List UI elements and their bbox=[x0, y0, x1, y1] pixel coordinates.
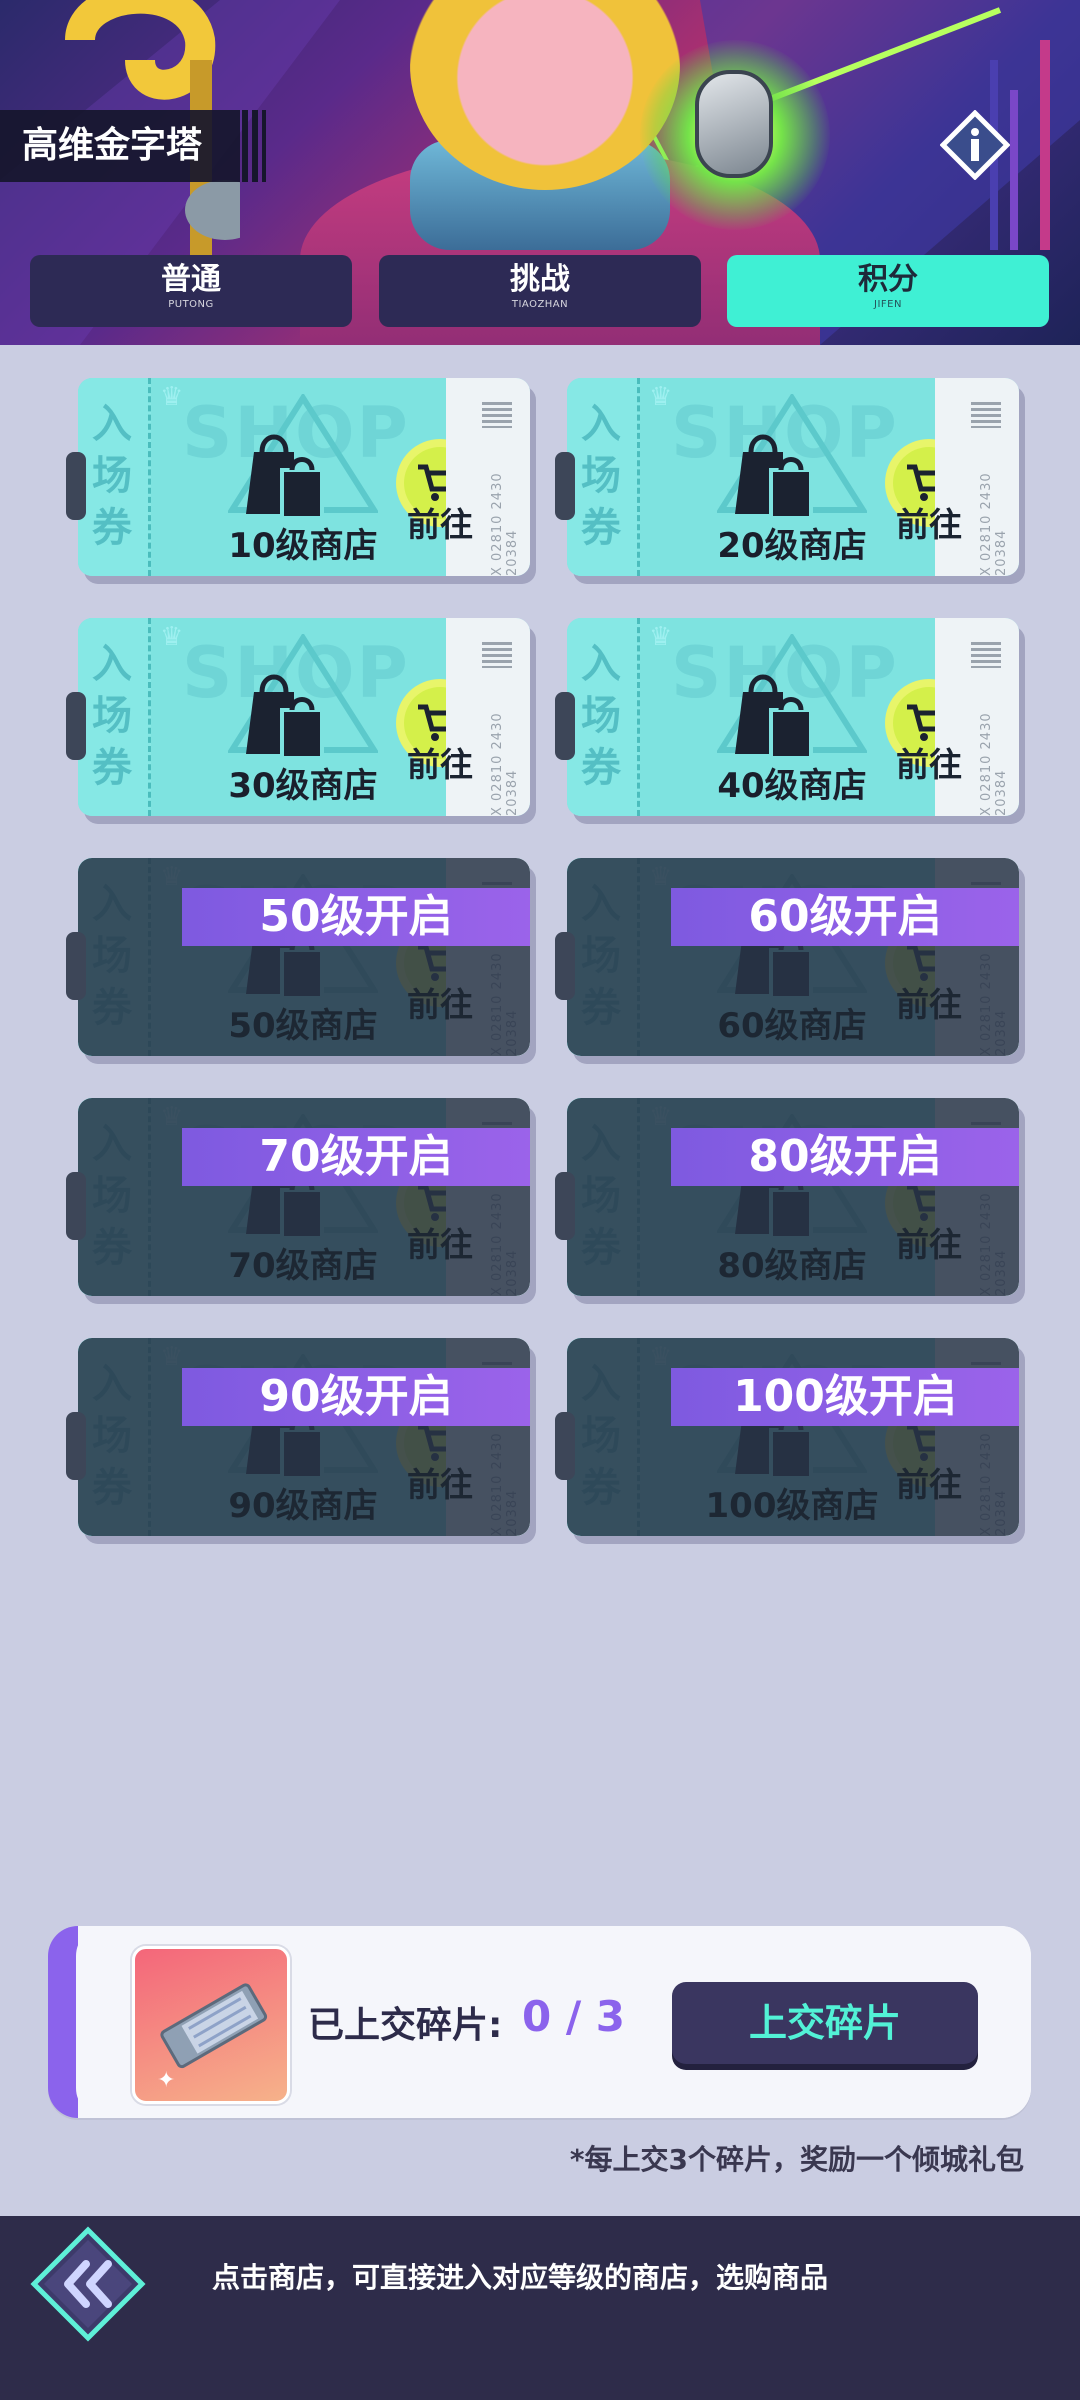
shop-name: 50级商店 bbox=[228, 1006, 378, 1046]
unlock-level-banner: 50级开启 bbox=[182, 888, 530, 946]
ticket-fragment-icon: ✦ bbox=[132, 1946, 290, 2104]
ticket-body: 入场券 ♛ SHOP X 02810 2430 20384 bbox=[78, 378, 530, 576]
footer-hint: 点击商店，可直接进入对应等级的商店，选购商品 bbox=[212, 2261, 829, 2294]
go-label: 前往 bbox=[407, 1225, 473, 1264]
crown-icon: ♛ bbox=[160, 622, 184, 652]
crown-icon: ♛ bbox=[649, 382, 673, 412]
fragment-label: 已上交碎片: bbox=[308, 2005, 503, 2046]
svg-text:✦: ✦ bbox=[157, 2068, 175, 2093]
go-label: 前往 bbox=[407, 985, 473, 1024]
go-label: 前往 bbox=[407, 505, 473, 544]
ticket-notch bbox=[555, 1412, 575, 1480]
ticket-body: 入场券 ♛ SHOP X 02810 2430 20384 bbox=[78, 618, 530, 816]
submit-fragments-button[interactable]: 上交碎片 bbox=[672, 1982, 978, 2064]
ticket-notch bbox=[555, 452, 575, 520]
ticket-body: 入场券 ♛ SHOP X 02810 2430 20384 bbox=[567, 618, 1019, 816]
info-icon[interactable] bbox=[940, 110, 1010, 180]
ticket-body: 入场券 ♛ SHOP X 02810 2430 20384 bbox=[78, 1098, 530, 1296]
shop-name: 60级商店 bbox=[717, 1006, 867, 1046]
ticket-body: 入场券 ♛ SHOP X 02810 2430 20384 bbox=[567, 1098, 1019, 1296]
shop-name: 100级商店 bbox=[705, 1486, 879, 1526]
shop-name: 40级商店 bbox=[717, 766, 867, 806]
shopping-bag-icon bbox=[735, 674, 813, 760]
ticket-serial: X 02810 2430 20384 bbox=[979, 472, 1009, 576]
shop-name: 10级商店 bbox=[228, 526, 378, 566]
shop-ticket-8[interactable]: 入场券 ♛ SHOP X 02810 2430 20384 bbox=[555, 1098, 1019, 1296]
ticket-serial: X 02810 2430 20384 bbox=[490, 712, 520, 816]
shop-ticket-9[interactable]: 入场券 ♛ SHOP X 02810 2430 20384 bbox=[66, 1338, 530, 1536]
ticket-body: 入场券 ♛ SHOP X 02810 2430 20384 bbox=[78, 858, 530, 1056]
barcode-icon bbox=[971, 402, 1001, 428]
ticket-stub-text: 入场券 bbox=[581, 641, 621, 791]
crown-icon: ♛ bbox=[649, 622, 673, 652]
barcode-icon bbox=[482, 642, 512, 668]
double-chevron-left-icon[interactable] bbox=[28, 2224, 148, 2344]
tab-jifen[interactable]: 积分 JIFEN bbox=[727, 255, 1049, 327]
ticket-body: 入场券 ♛ SHOP X 02810 2430 20384 bbox=[567, 378, 1019, 576]
shop-ticket-7[interactable]: 入场券 ♛ SHOP X 02810 2430 20384 bbox=[66, 1098, 530, 1296]
shop-ticket-5[interactable]: 入场券 ♛ SHOP X 02810 2430 20384 bbox=[66, 858, 530, 1056]
ticket-serial: X 02810 2430 20384 bbox=[979, 712, 1009, 816]
barcode-icon bbox=[971, 642, 1001, 668]
shopping-bag-icon bbox=[735, 434, 813, 520]
fragment-count: 0 / 3 bbox=[522, 1992, 626, 2041]
tab-putong[interactable]: 普通 PUTONG bbox=[30, 255, 352, 327]
shop-ticket-4[interactable]: 入场券 ♛ SHOP X 02810 2430 20384 40级商店 前往 bbox=[555, 618, 1019, 816]
ticket-stub-text: 入场券 bbox=[92, 641, 132, 791]
unlock-level-banner: 90级开启 bbox=[182, 1368, 530, 1426]
shop-ticket-2[interactable]: 入场券 ♛ SHOP X 02810 2430 20384 20级商店 前往 bbox=[555, 378, 1019, 576]
go-label: 前往 bbox=[896, 985, 962, 1024]
shop-name: 80级商店 bbox=[717, 1246, 867, 1286]
microphone-icon bbox=[695, 70, 773, 178]
shopping-bag-icon bbox=[246, 434, 324, 520]
shopping-bag-icon bbox=[246, 674, 324, 760]
ticket-body: 入场券 ♛ SHOP X 02810 2430 20384 bbox=[567, 1338, 1019, 1536]
go-label: 前往 bbox=[896, 505, 962, 544]
unlock-level-banner: 60级开启 bbox=[671, 888, 1019, 946]
tab-bar: 普通 PUTONG 挑战 TIAOZHAN 积分 JIFEN bbox=[30, 255, 1050, 327]
crown-icon: ♛ bbox=[160, 382, 184, 412]
ticket-notch bbox=[66, 1172, 86, 1240]
barcode-icon bbox=[482, 402, 512, 428]
ticket-body: 入场券 ♛ SHOP X 02810 2430 20384 bbox=[78, 1338, 530, 1536]
unlock-level-banner: 100级开启 bbox=[671, 1368, 1019, 1426]
shop-name: 90级商店 bbox=[228, 1486, 378, 1526]
page-title: 高维金字塔 bbox=[0, 110, 266, 182]
shop-ticket-3[interactable]: 入场券 ♛ SHOP X 02810 2430 20384 30级商店 前往 bbox=[66, 618, 530, 816]
go-label: 前往 bbox=[896, 1465, 962, 1504]
ticket-notch bbox=[66, 932, 86, 1000]
ticket-stub-text: 入场券 bbox=[581, 401, 621, 551]
go-label: 前往 bbox=[896, 1225, 962, 1264]
header-banner: 高维金字塔 普通 PUTONG 挑战 TIAOZHAN 积分 JIFEN bbox=[0, 0, 1080, 345]
ticket-notch bbox=[66, 452, 86, 520]
go-label: 前往 bbox=[407, 1465, 473, 1504]
unlock-level-banner: 80级开启 bbox=[671, 1128, 1019, 1186]
shop-name: 70级商店 bbox=[228, 1246, 378, 1286]
ticket-serial: X 02810 2430 20384 bbox=[490, 472, 520, 576]
fragment-reward-note: *每上交3个碎片，奖励一个倾城礼包 bbox=[569, 2143, 1024, 2176]
ticket-notch bbox=[555, 932, 575, 1000]
ticket-notch bbox=[66, 1412, 86, 1480]
go-label: 前往 bbox=[407, 745, 473, 784]
shop-name: 20级商店 bbox=[717, 526, 867, 566]
shop-ticket-6[interactable]: 入场券 ♛ SHOP X 02810 2430 20384 bbox=[555, 858, 1019, 1056]
unlock-level-banner: 70级开启 bbox=[182, 1128, 530, 1186]
ticket-stub-text: 入场券 bbox=[92, 401, 132, 551]
shop-name: 30级商店 bbox=[228, 766, 378, 806]
shop-ticket-1[interactable]: 入场券 ♛ SHOP X 02810 2430 20384 10级商店 前往 bbox=[66, 378, 530, 576]
ticket-notch bbox=[66, 692, 86, 760]
ticket-notch bbox=[555, 692, 575, 760]
bottom-bar bbox=[0, 2216, 1080, 2400]
ticket-notch bbox=[555, 1172, 575, 1240]
ticket-body: 入场券 ♛ SHOP X 02810 2430 20384 bbox=[567, 858, 1019, 1056]
tab-tiaozhan[interactable]: 挑战 TIAOZHAN bbox=[379, 255, 701, 327]
go-label: 前往 bbox=[896, 745, 962, 784]
shop-ticket-10[interactable]: 入场券 ♛ SHOP X 02810 2430 20384 bbox=[555, 1338, 1019, 1536]
